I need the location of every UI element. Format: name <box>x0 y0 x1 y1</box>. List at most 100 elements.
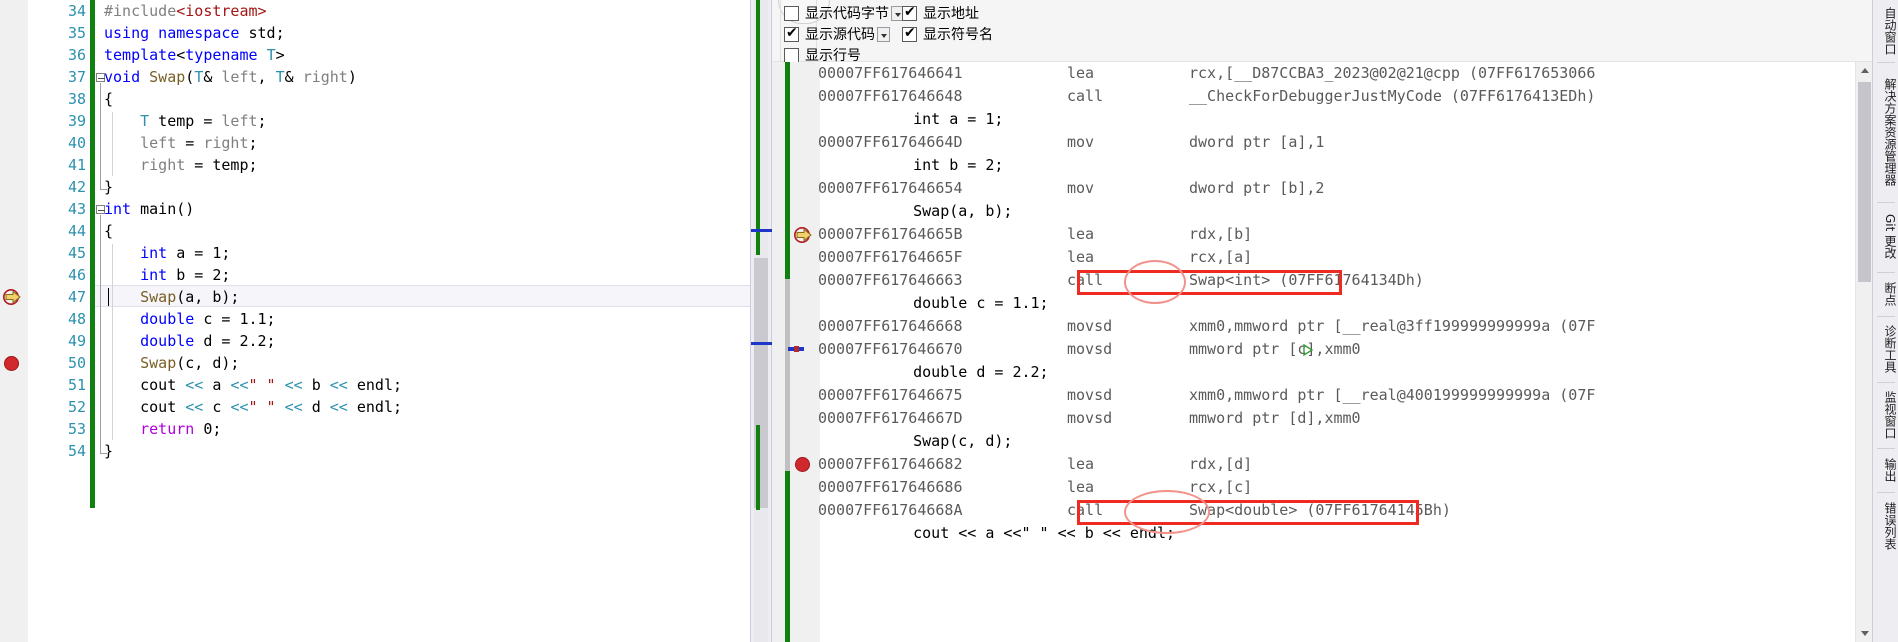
execution-pointer-icon[interactable] <box>794 227 814 243</box>
disassembly-source-row[interactable]: int a = 1; <box>772 108 1852 131</box>
inline-source-text: Swap(a, b); <box>877 202 1013 220</box>
editor-code-line[interactable]: double d = 2.2; <box>104 330 275 352</box>
disassembly-instruction-row[interactable]: 00007FF61764667D movsd mmword ptr [d],xmm0 <box>772 407 1852 430</box>
tab-separator <box>1877 202 1895 203</box>
instruction-address: 00007FF617646675 <box>818 386 963 404</box>
disassembly-source-row[interactable]: Swap(c, d); <box>772 430 1852 453</box>
tool-window-tab-rail[interactable]: 自动窗口解决方案资源管理器 Git 更改断点诊断工具监视窗口输出错误列表 <box>1872 0 1898 642</box>
tool-window-tab-7[interactable]: 输出 <box>1873 450 1898 490</box>
disassembly-instruction-row[interactable]: 00007FF617646668 movsd xmm0,mmword ptr [__… <box>772 315 1852 338</box>
editor-code-line[interactable]: #include<iostream> <box>104 0 267 22</box>
scroll-up-arrow-icon[interactable] <box>1856 62 1873 79</box>
instruction-operands: xmm0,mmword ptr [__real@3ff199999999999a… <box>1189 317 1596 335</box>
editor-glyph-margin[interactable] <box>0 0 28 642</box>
editor-code-line[interactable]: T temp = left; <box>104 110 266 132</box>
instruction-address: 00007FF617646654 <box>818 179 963 197</box>
scroll-down-arrow-icon[interactable] <box>1856 625 1873 642</box>
tab-separator <box>1877 492 1895 493</box>
disassembly-instruction-row[interactable]: 00007FF61764665B lea rdx,[b] <box>772 223 1852 246</box>
run-to-here-icon[interactable] <box>1302 343 1314 357</box>
editor-code-line[interactable]: Swap(a, b); <box>104 286 239 308</box>
disassembly-scrollbar-thumb[interactable] <box>1858 82 1871 282</box>
tool-window-tab-2[interactable]: 解决方案资源管理器 <box>1873 64 1898 200</box>
checkbox-unchecked-icon[interactable] <box>784 5 799 21</box>
disassembly-source-row[interactable]: double c = 1.1; <box>772 292 1852 315</box>
inline-source-text: double d = 2.2; <box>877 363 1049 381</box>
disassembly-option-3[interactable]: 显示源代码 <box>784 24 890 44</box>
editor-code-line[interactable]: int b = 2; <box>104 264 230 286</box>
disassembly-source-row[interactable]: double d = 2.2; <box>772 361 1852 384</box>
disassembly-options-bar: 显示代码字节显示地址显示源代码显示符号名显示行号 <box>772 0 1872 64</box>
editor-code-line[interactable]: Swap(c, d); <box>104 352 239 374</box>
tool-window-tab-8[interactable]: 错误列表 <box>1873 494 1898 558</box>
instruction-operands: rcx,[c] <box>1189 478 1253 496</box>
disassembly-instruction-row[interactable]: 00007FF617646641 lea rcx,[__D87CCBA3_2023@… <box>772 62 1852 85</box>
tool-window-tab-3[interactable]: Git 更改 <box>1873 204 1898 270</box>
instruction-address: 00007FF617646682 <box>818 455 963 473</box>
disassembly-instruction-row[interactable]: 00007FF617646682 lea rdx,[d] <box>772 453 1852 476</box>
breakpoint-icon[interactable] <box>795 457 810 472</box>
fold-guide-end <box>100 453 107 454</box>
checkbox-checked-icon[interactable] <box>902 3 917 21</box>
disassembly-listing[interactable]: 00007FF617646641 lea rcx,[__D87CCBA3_2023@… <box>772 62 1872 642</box>
tab-separator <box>1877 448 1895 449</box>
editor-code-line[interactable]: void Swap(T& left, T& right) <box>104 66 357 88</box>
instruction-operands: mmword ptr [c],xmm0 <box>1189 340 1361 358</box>
tool-window-tab-5[interactable]: 诊断工具 <box>1873 318 1898 380</box>
editor-code-line[interactable]: cout << c <<" " << d << endl; <box>104 396 402 418</box>
tool-window-tab-6[interactable]: 监视窗口 <box>1873 384 1898 446</box>
execution-pointer-icon[interactable] <box>3 289 23 305</box>
editor-code-line[interactable]: double c = 1.1; <box>104 308 275 330</box>
editor-code-line[interactable]: return 0; <box>104 418 221 440</box>
disassembly-source-row[interactable]: cout << a <<" " << b << endl; <box>772 522 1852 545</box>
instruction-mnemonic: movsd <box>1067 317 1113 335</box>
disassembly-vertical-scrollbar[interactable] <box>1855 62 1873 642</box>
editor-line-number: 42 <box>67 178 86 196</box>
editor-code-line[interactable]: } <box>104 440 113 462</box>
disassembly-instruction-row[interactable]: 00007FF61764665F lea rcx,[a] <box>772 246 1852 269</box>
editor-code-line[interactable]: { <box>104 88 113 110</box>
disassembly-instruction-row[interactable]: 00007FF617646686 lea rcx,[c] <box>772 476 1852 499</box>
disassembly-option-1[interactable]: 显示代码字节 <box>784 3 904 23</box>
editor-code-line[interactable]: int a = 1; <box>104 242 230 264</box>
checkbox-unchecked-icon[interactable] <box>784 47 799 63</box>
editor-code-line[interactable]: cout << a <<" " << b << endl; <box>104 374 402 396</box>
editor-code-line[interactable]: left = right; <box>104 132 257 154</box>
breakpoint-icon[interactable] <box>4 356 19 371</box>
editor-code-line[interactable]: { <box>104 220 113 242</box>
checkbox-checked-icon[interactable] <box>902 24 917 42</box>
source-code-editor[interactable]: 34 #include<iostream> 35 using namespace st… <box>0 0 750 642</box>
editor-code-line[interactable]: int main() <box>104 198 194 220</box>
editor-vertical-scrollbar[interactable] <box>750 0 773 642</box>
chevron-down-icon[interactable] <box>877 26 890 42</box>
disassembly-pane[interactable]: 显示代码字节显示地址显示源代码显示符号名显示行号 00007FF61764664… <box>772 0 1873 642</box>
fold-guide-end <box>100 189 107 190</box>
tool-window-tab-4[interactable]: 断点 <box>1873 274 1898 314</box>
editor-code-line[interactable]: template<typename T> <box>104 44 285 66</box>
instruction-mnemonic: lea <box>1067 225 1095 243</box>
collapse-region-icon[interactable] <box>96 205 105 214</box>
disassembly-instruction-row[interactable]: 00007FF617646648 call __CheckForDebuggerJu… <box>772 85 1852 108</box>
disassembly-instruction-row[interactable]: 00007FF61764664D mov dword ptr [a],1 <box>772 131 1852 154</box>
instruction-mnemonic: call <box>1067 271 1104 289</box>
editor-code-line[interactable]: using namespace std; <box>104 22 285 44</box>
editor-code-line[interactable]: right = temp; <box>104 154 257 176</box>
disassembly-instruction-row[interactable]: 00007FF61764668A call Swap<double> (07FF61… <box>772 499 1852 522</box>
disassembly-instruction-row[interactable]: 00007FF617646654 mov dword ptr [b],2 <box>772 177 1852 200</box>
disassembly-option-2[interactable]: 显示地址 <box>902 3 979 23</box>
disassembly-option-4[interactable]: 显示符号名 <box>902 24 993 44</box>
instruction-operands: dword ptr [a],1 <box>1189 133 1325 151</box>
fold-guide-line <box>100 215 101 453</box>
splitter-handle-lower[interactable] <box>751 342 773 345</box>
tool-window-tab-1[interactable]: 自动窗口 <box>1873 2 1898 60</box>
disassembly-source-row[interactable]: Swap(a, b); <box>772 200 1852 223</box>
disassembly-source-row[interactable]: int b = 2; <box>772 154 1852 177</box>
splitter-handle-upper[interactable] <box>751 229 773 232</box>
disassembly-instruction-row[interactable]: 00007FF617646675 movsd xmm0,mmword ptr [__… <box>772 384 1852 407</box>
checkbox-checked-icon[interactable] <box>784 24 799 42</box>
inline-source-text: cout << a <<" " << b << endl; <box>877 524 1176 542</box>
disassembly-instruction-row[interactable]: 00007FF617646663 call Swap<int> (07FF61764… <box>772 269 1852 292</box>
collapse-region-icon[interactable] <box>96 73 105 82</box>
editor-code-line[interactable]: } <box>104 176 113 198</box>
editor-line-number: 43 <box>67 200 86 218</box>
